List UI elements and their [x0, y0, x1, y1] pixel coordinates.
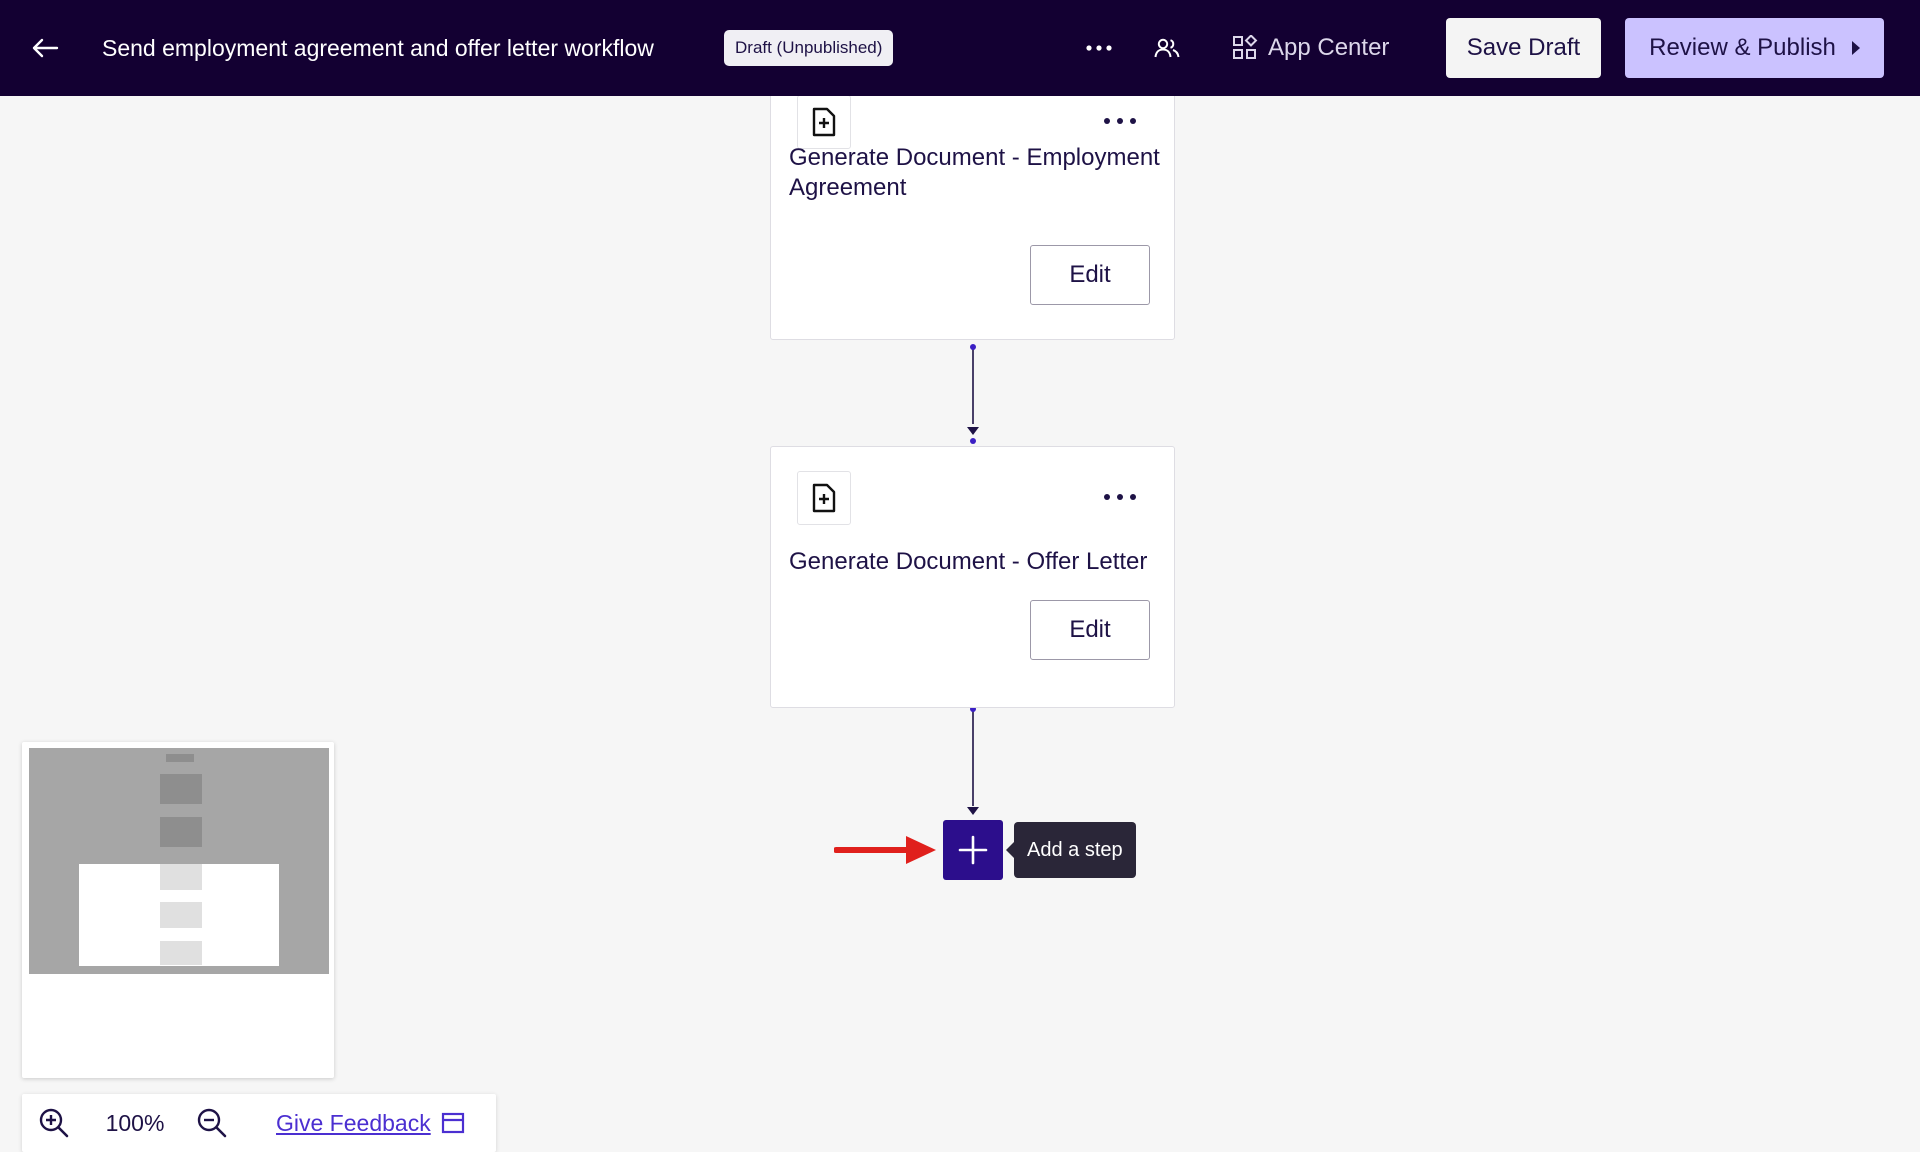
zoom-level: 100% [105, 1110, 165, 1136]
document-add-icon [812, 483, 836, 513]
review-publish-label: Review & Publish [1649, 34, 1836, 61]
edit-step-button[interactable]: Edit [1030, 245, 1150, 305]
step-title: Generate Document - Employment Agreement [789, 144, 1160, 201]
step-card-offer-letter[interactable]: Generate Document - Offer Letter Edit [770, 446, 1175, 708]
minimap-node [166, 754, 194, 762]
minimap-canvas [29, 748, 329, 974]
zoom-out-button[interactable] [194, 1105, 230, 1141]
plus-icon [958, 835, 988, 865]
arrow-left-icon [32, 38, 59, 58]
people-icon [1154, 38, 1180, 58]
document-add-icon [812, 107, 836, 137]
more-horizontal-icon [1104, 118, 1136, 124]
step-card-employment-agreement[interactable]: Generate Document - Employment Agreement… [770, 70, 1175, 340]
zoom-in-icon [39, 1108, 69, 1138]
more-horizontal-icon [1104, 494, 1136, 500]
save-draft-button[interactable]: Save Draft [1446, 18, 1601, 78]
more-options-button[interactable] [1080, 30, 1118, 66]
step-icon-box [797, 471, 851, 525]
give-feedback-link[interactable]: Give Feedback [276, 1105, 465, 1141]
more-horizontal-icon [1086, 45, 1112, 51]
step-menu-button[interactable] [1100, 485, 1140, 509]
page-title: Send employment agreement and offer lett… [102, 35, 654, 61]
workflow-canvas[interactable]: Generate Document - Employment Agreement… [0, 70, 1920, 1152]
caret-right-icon [1851, 41, 1860, 55]
step-title: Generate Document - Offer Letter [789, 548, 1148, 575]
app-grid-icon [1233, 35, 1258, 59]
step-icon-box [797, 95, 851, 149]
zoom-out-icon [197, 1108, 227, 1138]
minimap-node [160, 941, 202, 965]
give-feedback-label: Give Feedback [276, 1110, 431, 1136]
review-publish-button[interactable]: Review & Publish [1625, 18, 1884, 78]
minimap[interactable] [22, 742, 334, 1078]
zoom-controls: 100% Give Feedback [22, 1094, 496, 1152]
add-step-tooltip: Add a step [1006, 822, 1136, 878]
status-badge: Draft (Unpublished) [724, 30, 894, 66]
minimap-node [160, 864, 202, 890]
window-icon [441, 1112, 465, 1134]
app-center-label: App Center [1268, 34, 1390, 61]
add-step-button[interactable] [943, 820, 1003, 880]
minimap-node [160, 902, 202, 928]
back-button[interactable] [26, 30, 64, 66]
app-center-button[interactable]: App Center [1232, 28, 1389, 68]
zoom-in-button[interactable] [36, 1105, 72, 1141]
minimap-node [160, 774, 202, 804]
minimap-node [160, 817, 202, 847]
top-bar: Send employment agreement and offer lett… [0, 0, 1920, 96]
annotation-arrow-icon [834, 836, 936, 864]
edit-step-button[interactable]: Edit [1030, 600, 1150, 660]
step-menu-button[interactable] [1100, 109, 1140, 133]
collaborators-button[interactable] [1148, 30, 1186, 66]
